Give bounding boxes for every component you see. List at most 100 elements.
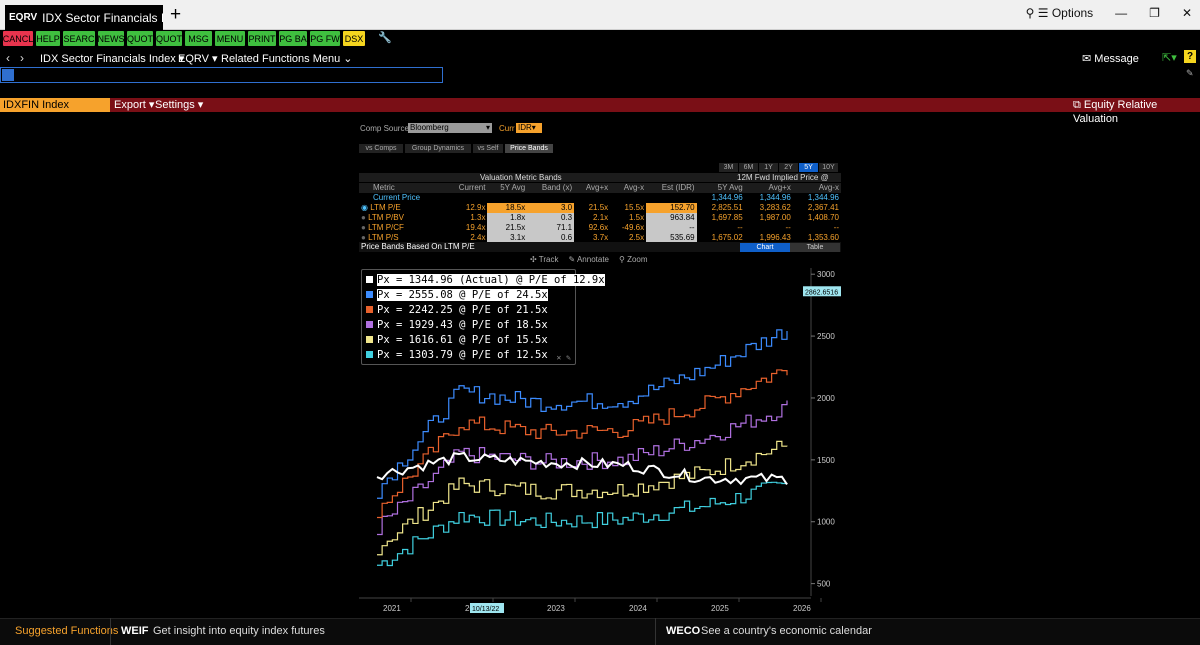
- metric-i3: 1,408.70: [807, 213, 839, 222]
- forward-icon[interactable]: ›: [20, 51, 24, 65]
- function-title: ⧉ Equity Relative Valuation: [1073, 98, 1200, 126]
- toolbar-button[interactable]: HELP: [36, 31, 60, 46]
- metric-row[interactable]: ● LTM P/BV 1.3x 1.8x 0.3 2.1x 1.5x 963.84 1,697…: [359, 213, 841, 223]
- comp-source-select[interactable]: Bloomberg ▾: [408, 123, 492, 133]
- metric-est: 963.84: [646, 213, 697, 223]
- command-line[interactable]: [0, 67, 443, 83]
- column-header: Avg+x: [768, 183, 791, 192]
- toolbar-button[interactable]: QUOT: [127, 31, 153, 46]
- legend-text: Px = 1303.79 @ P/E of 12.5x: [377, 348, 548, 361]
- column-header: Est (IDR): [661, 183, 695, 192]
- track-label: Track: [538, 255, 559, 264]
- currency-select[interactable]: IDR▾: [516, 123, 542, 133]
- suggested-label: Suggested Functions: [15, 625, 119, 637]
- metric-i3: 2,367.41: [807, 203, 839, 212]
- toolbar-button[interactable]: PG BA: [279, 31, 307, 46]
- period-2y[interactable]: 2Y: [779, 163, 798, 172]
- metric-band: 3.0: [527, 203, 575, 213]
- metric-current: 19.4x: [465, 223, 486, 232]
- metric-i2: 1,987.00: [759, 213, 791, 222]
- x-tick-label: 2021: [383, 604, 401, 613]
- function-selector[interactable]: EQRV ▾: [178, 52, 218, 65]
- tab-price-bands[interactable]: Price Bands: [505, 144, 553, 153]
- pin-icon[interactable]: ✎: [1186, 68, 1194, 79]
- toolbar-button[interactable]: MSG: [185, 31, 212, 46]
- chart-toggle[interactable]: Chart: [740, 243, 790, 252]
- window-tab[interactable]: EQRV IDX Sector Financials Index: [5, 5, 163, 30]
- related-functions-menu[interactable]: Related Functions Menu ⌄: [221, 52, 353, 65]
- column-header: Avg+x: [585, 183, 609, 192]
- close-icon[interactable]: ✕: [1182, 6, 1192, 20]
- command-cursor: [2, 69, 14, 81]
- metric-cell: ◉ LTM P/E: [359, 203, 445, 213]
- chart-tools: ✣ Track ✎ Annotate ⚲ Zoom: [530, 255, 648, 264]
- metric-i1: 1,697.85: [711, 213, 743, 222]
- comp-source-label: Comp Source: [360, 124, 409, 133]
- toolbar-button[interactable]: SEARC: [63, 31, 95, 46]
- toolbar-button[interactable]: QUOT: [156, 31, 182, 46]
- metric-plus: 92.6x: [588, 223, 609, 232]
- radio-selected-icon[interactable]: ◉: [361, 203, 370, 212]
- y-tick-label: 2000: [817, 394, 835, 403]
- period-5y[interactable]: 5Y: [799, 163, 818, 172]
- toolbar-button[interactable]: MENU: [215, 31, 245, 46]
- toolbar-button[interactable]: PG FW: [310, 31, 340, 46]
- period-10y[interactable]: 10Y: [819, 163, 838, 172]
- legend-swatch: [366, 276, 373, 283]
- current-price-value: 1,344.96: [711, 193, 743, 202]
- y-tick-label: 3000: [817, 270, 835, 279]
- popout-icon: ⧉: [1073, 99, 1081, 111]
- metric-name: LTM P/E: [370, 203, 401, 212]
- tab-title: IDX Sector Financials Index: [42, 10, 163, 25]
- legend-item: Px = 2242.25 @ P/E of 21.5x: [366, 303, 548, 316]
- help-icon[interactable]: ?: [1184, 50, 1196, 63]
- tab-group-dynamics[interactable]: Group Dynamics: [405, 144, 471, 153]
- metric-row[interactable]: ◉ LTM P/E 12.9x 18.5x 3.0 21.5x 15.5x 152.70 2,…: [359, 203, 841, 213]
- radio-icon[interactable]: ●: [361, 233, 368, 242]
- metric-name: LTM P/CF: [368, 223, 404, 232]
- new-tab-icon[interactable]: +: [170, 5, 181, 25]
- period-6m[interactable]: 6M: [739, 163, 758, 172]
- legend-item: Px = 1344.96 (Actual) @ P/E of 12.9x: [366, 273, 605, 286]
- empty-cell: [610, 193, 646, 203]
- metric-band: 0.3: [527, 213, 575, 223]
- person-search-icon: ⚲: [1025, 6, 1035, 20]
- period-3m[interactable]: 3M: [719, 163, 738, 172]
- export-icon[interactable]: ⇱▾: [1162, 51, 1177, 64]
- export-menu[interactable]: Export ▾: [114, 98, 154, 112]
- minimize-icon[interactable]: —: [1115, 6, 1127, 20]
- toolbar-button[interactable]: CANCL: [3, 31, 33, 46]
- tab-vs-self[interactable]: vs Self: [473, 144, 503, 153]
- metric-row[interactable]: ● LTM P/CF 19.4x 21.5x 71.1 92.6x -49.6x -- -- -…: [359, 223, 841, 233]
- zoom-tool[interactable]: ⚲ Zoom: [619, 255, 648, 264]
- options-button[interactable]: ⚲ ☰ Options: [1026, 6, 1094, 20]
- back-icon[interactable]: ‹: [6, 51, 10, 65]
- metric-minus: 1.5x: [628, 213, 645, 222]
- annotate-tool[interactable]: ✎ Annotate: [568, 255, 609, 264]
- security-selector[interactable]: IDX Sector Financials Index ▾: [40, 52, 184, 65]
- tab-vs-comps[interactable]: vs Comps: [359, 144, 403, 153]
- settings-menu[interactable]: Settings ▾: [155, 98, 203, 112]
- column-header: Avg-x: [623, 183, 645, 192]
- toolbar-button[interactable]: NEWS: [98, 31, 124, 46]
- period-1y[interactable]: 1Y: [759, 163, 778, 172]
- toolbar-button[interactable]: PRINT: [248, 31, 276, 46]
- toolbar-button[interactable]: DSX: [343, 31, 365, 46]
- annotate-label: Annotate: [576, 255, 609, 264]
- radio-icon[interactable]: ●: [361, 213, 368, 222]
- metric-name: LTM P/S: [368, 233, 399, 242]
- legend-pin-icon[interactable]: ✕ ✎: [557, 353, 571, 362]
- table-toggle[interactable]: Table: [790, 243, 840, 252]
- message-label: Message: [1094, 53, 1139, 65]
- currency-value: IDR: [518, 123, 532, 132]
- ticker-field[interactable]: IDXFIN Index: [0, 98, 110, 112]
- metric-avg: 18.5x: [487, 203, 528, 213]
- tab-code: EQRV: [9, 12, 38, 23]
- wrench-icon[interactable]: 🔧: [378, 31, 392, 44]
- track-tool[interactable]: ✣ Track: [530, 255, 558, 264]
- metric-minus: -49.6x: [621, 223, 645, 232]
- maximize-icon[interactable]: ❐: [1149, 6, 1160, 20]
- empty-cell: [487, 193, 527, 203]
- radio-icon[interactable]: ●: [361, 223, 368, 232]
- message-button[interactable]: ✉ Message: [1082, 52, 1139, 65]
